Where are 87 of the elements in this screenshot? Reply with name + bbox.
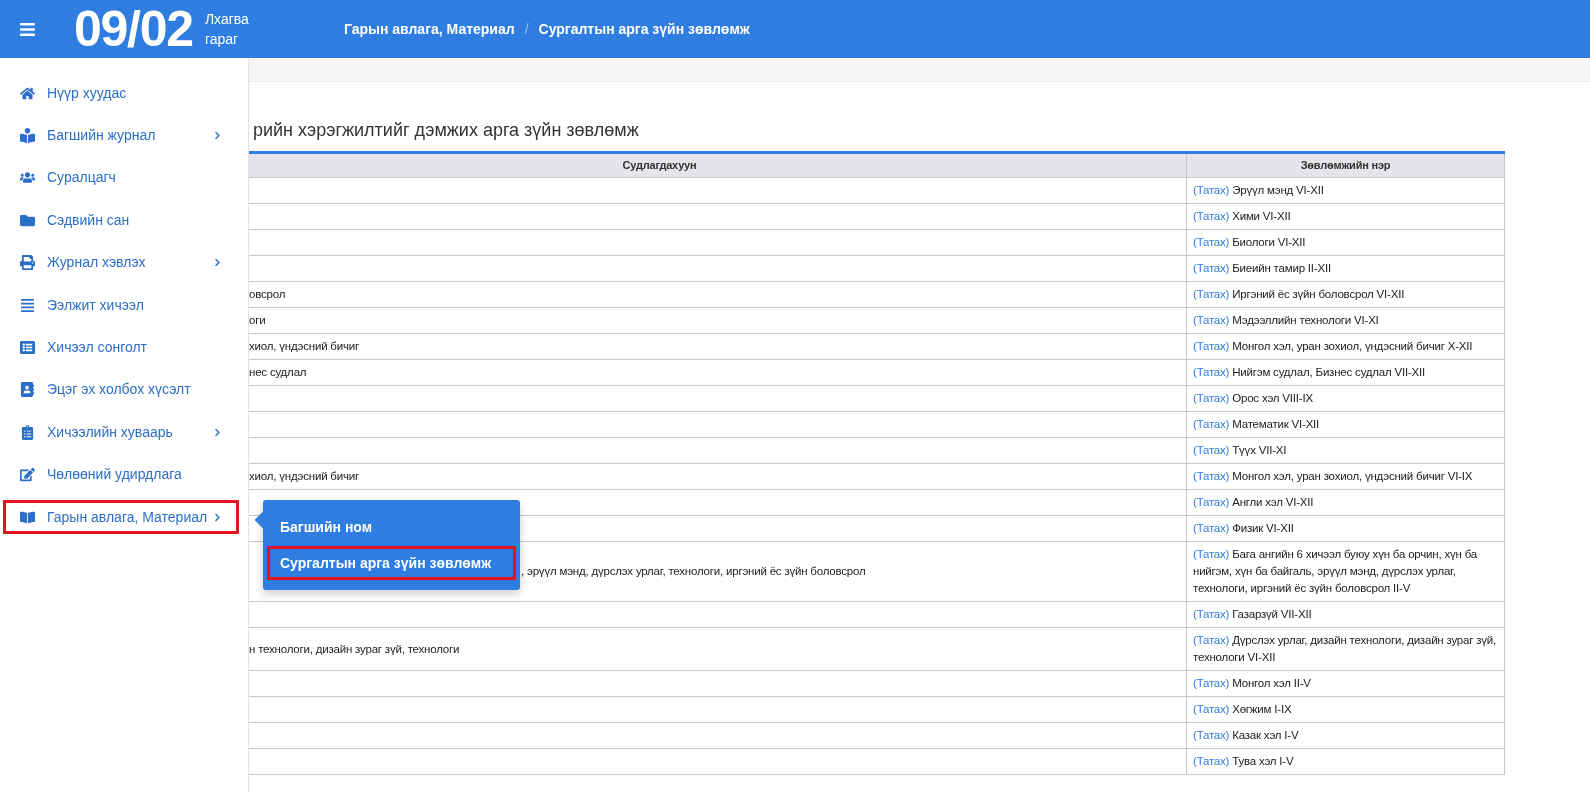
subject-text: , эрүүл мэнд, дүрслэх урлаг, технологи, иргэний ёс зүйн боловсрол (521, 565, 866, 577)
recommendation-text: (Татах) Түүх VII-XI (1193, 443, 1288, 458)
book-icon (20, 509, 35, 525)
recommendation-text: (Татах) Иргэний ёс зүйн боловсрол VI-XII (1193, 287, 1406, 302)
recommendation-text: (Татах) Хими VI-XII (1193, 209, 1292, 224)
recommendation-text: (Татах) Хөгжим I-IX (1193, 702, 1293, 717)
breadcrumb-link[interactable]: Гарын авлага, Материал (343, 18, 515, 40)
folder-icon (20, 212, 35, 228)
subject-text: н технологи, дизайн зураг зүй, технологи (249, 642, 460, 655)
chevron-icon (213, 427, 222, 437)
download-link[interactable]: (Татах) (1193, 755, 1230, 767)
subject-text: оги (249, 314, 266, 326)
recommendation-text: (Татах) Казак хэл I-V (1193, 728, 1300, 743)
download-link[interactable]: (Татах) (1193, 288, 1230, 300)
recommendation-text: (Татах) Бага ангийн 6 хичээл буюу хүн ба орчин, хүн ба нийгэм, хүн ба байгаль, эрүүл мэнд, дүрслэх урлаг, технологи, иргэний ёс зүйн боловсрол II-V (1193, 547, 1479, 596)
download-link[interactable]: (Татах) (1193, 262, 1230, 274)
subject-text: хиол, үндэсний бичиг (249, 340, 359, 352)
download-link[interactable]: (Татах) (1193, 634, 1230, 646)
sidebar-item[interactable]: Эцэг эх холбох хүсэлт (3, 372, 239, 407)
subject-text: хиол, үндэсний бичиг (249, 470, 359, 482)
breadcrumb-separator: / (524, 19, 529, 39)
download-link[interactable]: (Татах) (1193, 392, 1230, 404)
recommendation-text: (Татах) Монгол хэл II-V (1193, 676, 1312, 691)
sidebar-item[interactable]: Хичээлийн хуваарь (3, 415, 239, 450)
menu-icon (18, 20, 36, 38)
chevron-icon (213, 512, 222, 522)
download-link[interactable]: (Татах) (1193, 522, 1230, 534)
submenu-item[interactable]: Багшийн ном (267, 510, 516, 544)
download-link[interactable]: (Татах) (1193, 677, 1230, 689)
recommendation-text: (Татах) Математик VI-XII (1193, 417, 1321, 432)
printer-icon (20, 255, 35, 271)
download-link[interactable]: (Татах) (1193, 366, 1230, 378)
sidebar-item[interactable]: Журнал хэвлэх (3, 245, 239, 280)
reader-icon (20, 128, 35, 144)
recommendation-text: (Татах) Эрүүл мэнд VI-XII (1193, 183, 1325, 198)
download-link[interactable]: (Татах) (1193, 703, 1230, 715)
edit-icon (20, 467, 35, 483)
contact-card-icon (20, 382, 35, 398)
download-link[interactable]: (Татах) (1193, 444, 1230, 456)
page-title: рийн хэрэгжилтийг дэмжих арга зүйн зөвлөмж (253, 119, 640, 141)
download-link[interactable]: (Татах) (1193, 548, 1230, 560)
clipboard-icon (20, 424, 35, 440)
recommendation-text: (Татах) Монгол хэл, уран зохиол, үндэсний бичиг VI-IX (1193, 469, 1474, 484)
download-link[interactable]: (Татах) (1193, 340, 1230, 352)
sidebar-item[interactable]: Ээлжит хичээл (3, 288, 239, 323)
lines-icon (20, 297, 35, 313)
chevron-icon (213, 258, 222, 268)
download-link[interactable]: (Татах) (1193, 418, 1230, 430)
subject-text: нес судлал (249, 366, 307, 378)
sidebar-item[interactable]: Сэдвийн сан (3, 203, 239, 238)
recommendation-text: (Татах) Мэдээллийн технологи VI-XI (1193, 313, 1380, 328)
download-link[interactable]: (Татах) (1193, 210, 1230, 222)
recommendation-text: (Татах) Физик VI-XII (1193, 521, 1295, 536)
list-icon (20, 340, 35, 356)
breadcrumb-link[interactable]: Сургалтын арга зүйн зөвлөмж (538, 18, 750, 40)
sidebar-item[interactable]: Нүүр хуудас (3, 76, 239, 111)
home-icon (20, 85, 35, 101)
weekday: Лхагва (204, 10, 249, 29)
recommendation-text: (Татах) Нийгэм судлал, Бизнес судлал VII-XII (1193, 365, 1427, 380)
download-link[interactable]: (Татах) (1193, 608, 1230, 620)
users-icon (20, 170, 35, 186)
sidebar-item[interactable]: Чөлөөний удирдлага (3, 457, 239, 492)
recommendation-text: (Татах) Монгол хэл, уран зохиол, үндэсний бичиг X-XII (1193, 339, 1474, 354)
recommendation-text: (Татах) Орос хэл VIII-IX (1193, 391, 1314, 406)
download-link[interactable]: (Татах) (1193, 470, 1230, 482)
recommendation-text: (Татах) Англи хэл VI-XII (1193, 495, 1315, 510)
sidebar-item[interactable]: Багшийн журнал (3, 118, 239, 153)
recommendation-text: (Татах) Биологи VI-XII (1193, 235, 1307, 250)
chevron-icon (213, 131, 222, 141)
sidebar-item[interactable]: Гарын авлага, Материал (3, 500, 239, 535)
recommendation-text: (Татах) Газарзүй VII-XII (1193, 607, 1313, 622)
recommendation-text: (Татах) Тува хэл I-V (1193, 754, 1295, 769)
column-header: Зөвлөмжийн нэр (1186, 152, 1505, 178)
download-link[interactable]: (Татах) (1193, 314, 1230, 326)
sidebar-item[interactable]: Суралцагч (3, 160, 239, 195)
download-link[interactable]: (Татах) (1193, 184, 1230, 196)
recommendation-text: (Татах) Биеийн тамир II-XII (1193, 261, 1332, 276)
download-link[interactable]: (Татах) (1193, 236, 1230, 248)
recommendation-text: (Татах) Дүрслэх урлаг, дизайн технологи, дизайн зураг зүй, технологи VI-XII (1193, 633, 1498, 665)
weekday: гараг (204, 30, 240, 49)
subject-text: овсрол (249, 288, 286, 300)
submenu-item[interactable]: Сургалтын арга зүйн зөвлөмж (267, 546, 516, 580)
date: 09/02 (74, 4, 193, 54)
sidebar-item[interactable]: Хичээл сонголт (3, 330, 239, 365)
download-link[interactable]: (Татах) (1193, 729, 1230, 741)
column-header: Судлагдахуун (249, 152, 1187, 178)
download-link[interactable]: (Татах) (1193, 496, 1230, 508)
